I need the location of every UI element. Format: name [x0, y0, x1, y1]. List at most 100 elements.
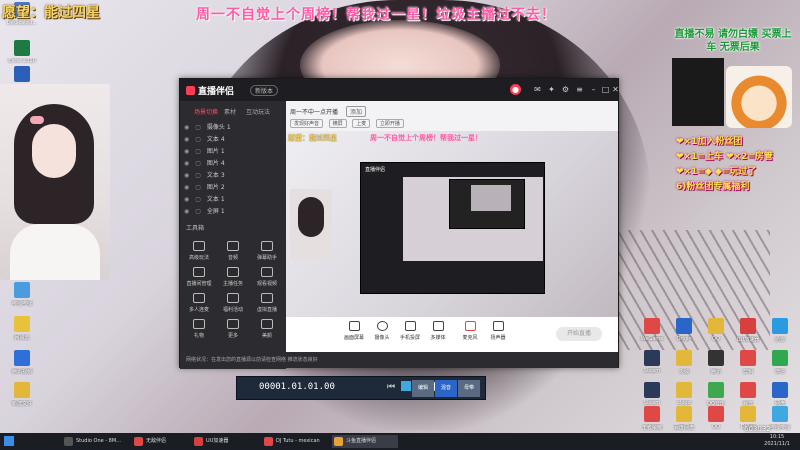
lock-icon[interactable]: ▢ — [195, 196, 201, 203]
taskbar-app[interactable]: 无敌伴侣 — [132, 435, 198, 448]
toolbox-item[interactable]: 音频 — [218, 241, 248, 261]
lock-icon[interactable]: ▢ — [195, 160, 201, 167]
rewind-icon[interactable]: ⏮ — [387, 382, 395, 392]
toolbox-item[interactable]: 礼物 — [184, 319, 214, 339]
source-row[interactable]: ◉ ▢ 文本 1 — [184, 195, 282, 205]
add-scene-button[interactable]: 添加 — [345, 106, 366, 117]
version-badge[interactable]: 新版本 — [250, 85, 279, 96]
avatar-icon[interactable]: ● — [510, 84, 521, 95]
lock-icon[interactable]: ▢ — [195, 208, 201, 215]
mode-option[interactable]: 立即开播 — [375, 119, 404, 128]
desktop-icon[interactable]: 哔哩哔哩 — [4, 282, 40, 307]
desktop-icon[interactable]: 腾讯 — [698, 350, 734, 375]
go-live-button[interactable]: 开始直播 — [556, 327, 602, 341]
desktop-icon[interactable]: Origin — [666, 318, 702, 342]
desktop-icon[interactable]: cloud — [666, 382, 702, 406]
lock-icon[interactable]: ▢ — [195, 124, 201, 131]
taskbar-clock[interactable]: 10:15 2021/11/1 — [756, 434, 798, 448]
app-titlebar[interactable]: 直播伴侣 新版本 ● ✉ ✦ ⚙ ≡ – □ ✕ — [180, 79, 621, 101]
toolbox-item[interactable]: 虚拟直播 — [252, 293, 282, 313]
taskbar-app[interactable]: UU加速器 — [192, 435, 258, 448]
source-row[interactable]: ◉ ▢ 图片 2 — [184, 183, 282, 193]
nested-app-window[interactable]: 直播伴侣 — [360, 162, 545, 294]
microphone-button[interactable]: 麦克风 — [456, 321, 484, 341]
speaker-button[interactable]: 扬声器 — [484, 321, 512, 341]
media-button[interactable]: 多媒体 — [424, 321, 452, 341]
desktop-icon[interactable]: 微信 — [762, 350, 798, 375]
tool-icon — [261, 319, 273, 329]
minimize-icon[interactable]: – — [588, 84, 599, 95]
phone-cast-button[interactable]: 手机投屏 — [396, 321, 424, 341]
taskbar-app[interactable]: Studio One - 8M... — [62, 435, 128, 448]
desktop-icon[interactable]: QQ — [698, 406, 734, 430]
eye-icon[interactable]: ◉ — [184, 148, 189, 155]
timecode: 00001.01.01.00 — [259, 382, 335, 392]
settings-icon[interactable]: ⚙ — [560, 84, 571, 95]
editor-tab[interactable]: 母带 — [458, 380, 480, 397]
desktop-icon[interactable]: 迅雷 — [762, 318, 798, 343]
desktop-icon[interactable]: Steam — [634, 382, 670, 406]
source-row[interactable]: ◉ ▢ 文本 4 — [184, 135, 282, 145]
taskbar-app[interactable]: DJ Tutu - mexican — [262, 435, 328, 448]
message-icon[interactable]: ✉ — [532, 84, 543, 95]
desktop-icon[interactable]: UU加速器 — [730, 318, 766, 343]
lock-icon[interactable]: ▢ — [195, 136, 201, 143]
mode-option[interactable]: 上麦 — [352, 119, 371, 128]
editor-tab[interactable]: 编辑 — [412, 380, 434, 397]
eye-icon[interactable]: ◉ — [184, 208, 189, 215]
desktop-icon-label: Origin — [676, 336, 692, 342]
tab-materials[interactable]: 素材 — [224, 107, 236, 116]
toolbox-item[interactable]: 更多 — [218, 319, 248, 339]
eye-icon[interactable]: ◉ — [184, 196, 189, 203]
desktop-icon[interactable]: 网易云 — [4, 316, 40, 341]
toolbox-item[interactable]: 直播间管理 — [184, 267, 214, 287]
screen-capture-button[interactable]: 画面屏幕 — [340, 321, 368, 341]
toolbox-item[interactable]: 主播任务 — [218, 267, 248, 287]
desktop-icon[interactable]: 网盘 — [762, 382, 798, 407]
toolbox-item[interactable]: 弹幕助手 — [252, 241, 282, 261]
desktop-icon[interactable]: 王者荣耀 — [634, 406, 670, 431]
mode-option[interactable]: 横屏 — [328, 119, 347, 128]
desktop-icon[interactable]: 火绒 — [666, 350, 702, 375]
eye-icon[interactable]: ◉ — [184, 172, 189, 179]
desktop-icon[interactable]: 暴雪 — [730, 382, 766, 407]
eye-icon[interactable]: ◉ — [184, 184, 189, 191]
source-row[interactable]: ◉ ▢ 全屏 1 — [184, 207, 282, 217]
gift-icon[interactable]: ✦ — [546, 84, 557, 95]
source-row[interactable]: ◉ ▢ 图片 4 — [184, 159, 282, 169]
desktop-icon[interactable]: 腾讯视频 — [4, 350, 40, 375]
lock-icon[interactable]: ▢ — [195, 184, 201, 191]
source-row[interactable]: ◉ ▢ 摄像头 1 — [184, 123, 282, 133]
eye-icon[interactable]: ◉ — [184, 124, 189, 131]
editor-tab[interactable]: 混音 — [435, 380, 457, 397]
desktop-icon[interactable]: 百度网盘 — [666, 406, 702, 431]
toolbox-item[interactable]: 美颜 — [252, 319, 282, 339]
desktop-icon[interactable]: Excel 2010 — [4, 40, 40, 64]
tab-scenes[interactable]: 场景切换 — [194, 107, 218, 116]
menu-icon[interactable]: ≡ — [574, 84, 585, 95]
mode-option[interactable]: 发现好声音 — [290, 119, 324, 128]
desktop-icon[interactable]: WeGame — [634, 318, 670, 342]
desktop-icon[interactable]: 剪辑 — [730, 350, 766, 375]
scene-tab[interactable]: 周一不中一点开播 — [290, 109, 338, 116]
lock-icon[interactable]: ▢ — [195, 148, 201, 155]
tab-interaction[interactable]: 互动玩法 — [246, 107, 270, 116]
desktop-icon[interactable]: 新建文件 — [4, 382, 40, 407]
desktop-icon[interactable]: QQ — [698, 318, 734, 342]
taskbar-app[interactable]: 斗鱼直播伴侣 — [332, 435, 398, 448]
close-icon[interactable]: ✕ — [610, 84, 621, 95]
desktop-icon[interactable]: Steam — [634, 350, 670, 374]
source-row[interactable]: ◉ ▢ 文本 3 — [184, 171, 282, 181]
stop-icon[interactable] — [401, 381, 411, 391]
lock-icon[interactable]: ▢ — [195, 172, 201, 179]
windows-start-icon[interactable] — [4, 436, 14, 446]
eye-icon[interactable]: ◉ — [184, 160, 189, 167]
toolbox-item[interactable]: 观看视频 — [252, 267, 282, 287]
toolbox-item[interactable]: 多人连麦 — [184, 293, 214, 313]
camera-button[interactable]: 摄像头 — [368, 321, 396, 341]
eye-icon[interactable]: ◉ — [184, 136, 189, 143]
desktop-icon[interactable]: QQ音乐 — [698, 382, 734, 407]
toolbox-item[interactable]: 福利活动 — [218, 293, 248, 313]
source-row[interactable]: ◉ ▢ 图片 1 — [184, 147, 282, 157]
toolbox-item[interactable]: 高级玩法 — [184, 241, 214, 261]
